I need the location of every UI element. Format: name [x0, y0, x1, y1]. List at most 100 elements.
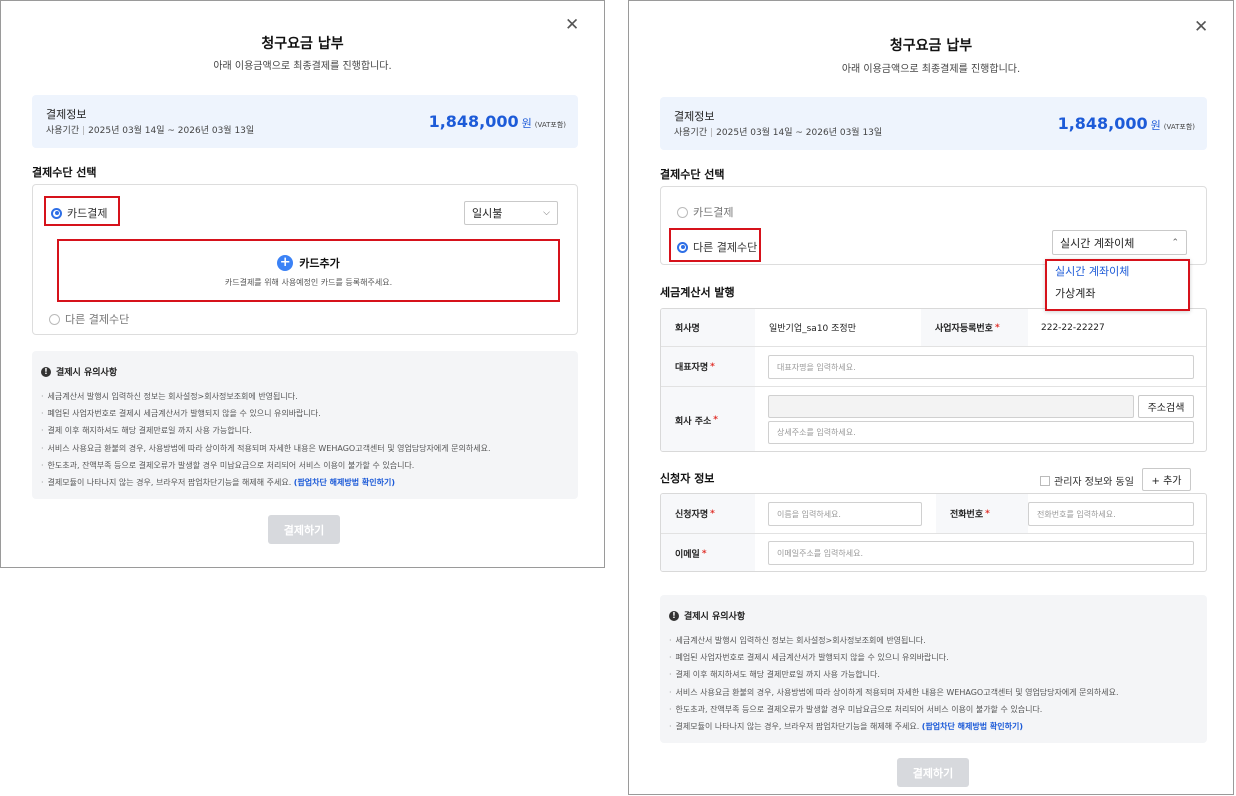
- notice-item: 서비스 사용요금 환불의 경우, 사용방법에 따라 상이하게 적용되며 자세한 …: [669, 684, 1119, 701]
- exclamation-icon: !: [41, 366, 51, 377]
- payment-method-dropdown: 실시간 계좌이체 가상계좌: [1045, 259, 1190, 311]
- address-detail-input[interactable]: 상세주소를 입력하세요.: [768, 421, 1194, 444]
- applicant-row-name: 신청자명 * 이름을 입력하세요. 전화번호 * 전화번호를 입력하세요.: [661, 494, 1206, 534]
- notice-item: 한도초과, 잔액부족 등으로 결제오류가 발생할 경우 미납요금으로 처리되어 …: [41, 457, 491, 474]
- bizno-value: 222-22-22227: [1041, 322, 1105, 333]
- usage-period-value: 2025년 03월 14일 ~ 2026년 03월 13일: [716, 128, 883, 138]
- modal-title: 청구요금 납부: [261, 36, 344, 52]
- notice-item-text: 결제모듈이 나타나지 않는 경우, 브라우저 팝업차단기능을 해제해 주세요.: [47, 477, 292, 487]
- payment-modal-other: ✕ 청구요금 납부 아래 이용금액으로 최종결제를 진행합니다. 결제정보 사용…: [628, 0, 1234, 795]
- amount-currency: 원: [521, 117, 532, 130]
- tax-section-title: 세금계산서 발행: [660, 286, 735, 299]
- payment-method-value: 실시간 계좌이체: [1060, 236, 1135, 250]
- phone-label: 전화번호 *: [936, 494, 1028, 533]
- chevron-up-icon: ⌃: [1171, 237, 1179, 248]
- installment-select[interactable]: 일시불 ⌵: [464, 201, 558, 225]
- radio-card-label: 카드결제: [693, 206, 734, 219]
- notice-item: 폐업된 사업자번호로 결제시 세금계산서가 발행되지 않을 수 있으니 유의바랍…: [41, 405, 491, 422]
- plus-circle-icon: +: [277, 255, 294, 271]
- tax-row-company: 회사명 일반기업_sa10 조정만 사업자등록번호 * 222-22-22227: [661, 309, 1206, 347]
- tax-row-address: 회사 주소 * 주소검색 상세주소를 입력하세요.: [661, 387, 1206, 451]
- name-input[interactable]: 이름을 입력하세요.: [768, 502, 922, 526]
- card-add-desc: 카드결제를 위해 사용예정인 카드를 등록해주세요.: [224, 278, 393, 287]
- notice-title: ! 결제시 유의사항: [669, 609, 745, 622]
- close-icon[interactable]: ✕: [1194, 19, 1208, 36]
- card-add-label: 카드추가: [299, 257, 340, 270]
- submit-payment-button[interactable]: 결제하기: [268, 515, 340, 544]
- same-as-admin-label: 관리자 정보와 동일: [1054, 477, 1134, 488]
- radio-other-label: 다른 결제수단: [693, 241, 758, 254]
- submit-payment-button[interactable]: 결제하기: [897, 758, 969, 787]
- dropdown-option-realtime-transfer[interactable]: 실시간 계좌이체: [1047, 261, 1188, 283]
- payment-method-select[interactable]: 실시간 계좌이체 ⌃: [1052, 230, 1187, 255]
- company-value: 일반기업_sa10 조정만: [769, 324, 856, 334]
- card-add-box[interactable]: + 카드추가 카드결제를 위해 사용예정인 카드를 등록해주세요.: [57, 239, 560, 302]
- amount-vat: (VAT포함): [1163, 123, 1195, 131]
- modal-subtitle: 아래 이용금액으로 최종결제를 진행합니다.: [841, 64, 1021, 75]
- notice-item: 결제 이후 해지하셔도 해당 결제만료일 까지 사용 가능합니다.: [669, 666, 1119, 683]
- dropdown-option-virtual-account[interactable]: 가상계좌: [1047, 283, 1188, 305]
- payment-amount: 1,848,000 원 (VAT포함): [1058, 114, 1195, 133]
- notice-title-text: 결제시 유의사항: [684, 612, 746, 622]
- notice-item: 세금계산서 발행시 입력하신 정보는 회사설정>회사정보조회에 반영됩니다.: [41, 388, 491, 405]
- notice-item: 세금계산서 발행시 입력하신 정보는 회사설정>회사정보조회에 반영됩니다.: [669, 632, 1119, 649]
- payment-info-label: 결제정보: [674, 110, 715, 123]
- address-label: 회사 주소 *: [661, 387, 755, 451]
- name-label: 신청자명 *: [661, 494, 755, 533]
- email-input[interactable]: 이메일주소를 입력하세요.: [768, 541, 1194, 565]
- radio-other-label: 다른 결제수단: [65, 313, 130, 326]
- payment-info-box: 결제정보 사용기간 | 2025년 03월 14일 ~ 2026년 03월 13일 …: [32, 95, 578, 148]
- bizno-label: 사업자등록번호 *: [921, 309, 1028, 346]
- radio-unselected-icon: [677, 206, 688, 218]
- add-applicant-button[interactable]: + 추가: [1142, 468, 1191, 491]
- notice-box: ! 결제시 유의사항 세금계산서 발행시 입력하신 정보는 회사설정>회사정보조…: [32, 351, 578, 499]
- tax-invoice-table: 회사명 일반기업_sa10 조정만 사업자등록번호 * 222-22-22227 …: [660, 308, 1207, 452]
- notice-item: 결제모듈이 나타나지 않는 경우, 브라우저 팝업차단기능을 해제해 주세요. …: [669, 718, 1119, 735]
- applicant-row-email: 이메일 * 이메일주소를 입력하세요.: [661, 534, 1206, 571]
- method-section-title: 결제수단 선택: [32, 166, 97, 179]
- amount-value: 1,848,000: [1057, 114, 1148, 133]
- notice-item: 서비스 사용요금 환불의 경우, 사용방법에 따라 상이하게 적용되며 자세한 …: [41, 440, 491, 457]
- usage-period-label: 사용기간: [674, 128, 708, 138]
- payment-info-box: 결제정보 사용기간 | 2025년 03월 14일 ~ 2026년 03월 13일 …: [660, 97, 1207, 150]
- address-input[interactable]: [768, 395, 1134, 418]
- popup-help-link[interactable]: (팝업차단 해제방법 확인하기): [922, 722, 1023, 731]
- checkbox-icon: [1040, 475, 1050, 486]
- amount-currency: 원: [1150, 119, 1161, 132]
- same-as-admin-checkbox[interactable]: 관리자 정보와 동일: [1040, 473, 1134, 488]
- notice-item-text: 결제모듈이 나타나지 않는 경우, 브라우저 팝업차단기능을 해제해 주세요.: [675, 721, 920, 731]
- address-search-button[interactable]: 주소검색: [1138, 395, 1194, 418]
- card-add-header: + 카드추가: [59, 255, 558, 271]
- method-panel: 카드결제 일시불 ⌵ + 카드추가 카드결제를 위해 사용예정인 카드를 등록해…: [32, 184, 578, 335]
- ceo-label: 대표자명 *: [661, 347, 755, 386]
- amount-value: 1,848,000: [428, 112, 519, 131]
- popup-help-link[interactable]: (팝업차단 해제방법 확인하기): [294, 478, 395, 487]
- notice-item: 폐업된 사업자번호로 결제시 세금계산서가 발행되지 않을 수 있으니 유의바랍…: [669, 649, 1119, 666]
- chevron-down-icon: ⌵: [543, 208, 550, 218]
- phone-input[interactable]: 전화번호를 입력하세요.: [1028, 502, 1194, 526]
- radio-card-payment[interactable]: 카드결제: [51, 205, 107, 221]
- modal-title: 청구요금 납부: [889, 38, 973, 54]
- payment-amount: 1,848,000 원 (VAT포함): [429, 112, 566, 131]
- ceo-input[interactable]: 대표자명을 입력하세요.: [768, 355, 1194, 379]
- notice-item: 결제 이후 해지하셔도 해당 결제만료일 까지 사용 가능합니다.: [41, 422, 491, 439]
- method-panel: 카드결제 다른 결제수단 실시간 계좌이체 ⌃: [660, 186, 1207, 265]
- usage-period: 사용기간 | 2025년 03월 14일 ~ 2026년 03월 13일: [674, 128, 883, 138]
- close-icon[interactable]: ✕: [565, 17, 579, 34]
- installment-value: 일시불: [472, 207, 503, 220]
- notice-list: 세금계산서 발행시 입력하신 정보는 회사설정>회사정보조회에 반영됩니다. 폐…: [669, 632, 1119, 735]
- radio-card-payment[interactable]: 카드결제: [677, 204, 733, 220]
- notice-title-text: 결제시 유의사항: [56, 368, 118, 378]
- modal-subtitle: 아래 이용금액으로 최종결제를 진행합니다.: [213, 61, 392, 72]
- notice-item: 결제모듈이 나타나지 않는 경우, 브라우저 팝업차단기능을 해제해 주세요. …: [41, 474, 491, 491]
- usage-period-label: 사용기간: [46, 126, 80, 136]
- notice-item: 한도초과, 잔액부족 등으로 결제오류가 발생할 경우 미납요금으로 처리되어 …: [669, 701, 1119, 718]
- radio-card-label: 카드결제: [67, 207, 108, 220]
- company-label: 회사명: [661, 309, 755, 346]
- radio-selected-icon: [51, 207, 62, 219]
- tax-row-ceo: 대표자명 * 대표자명을 입력하세요.: [661, 347, 1206, 387]
- payment-modal-card: ✕ 청구요금 납부 아래 이용금액으로 최종결제를 진행합니다. 결제정보 사용…: [0, 0, 605, 568]
- applicant-section-title: 신청자 정보: [660, 472, 715, 485]
- radio-other-payment[interactable]: 다른 결제수단: [49, 311, 129, 327]
- radio-other-payment[interactable]: 다른 결제수단: [677, 239, 757, 255]
